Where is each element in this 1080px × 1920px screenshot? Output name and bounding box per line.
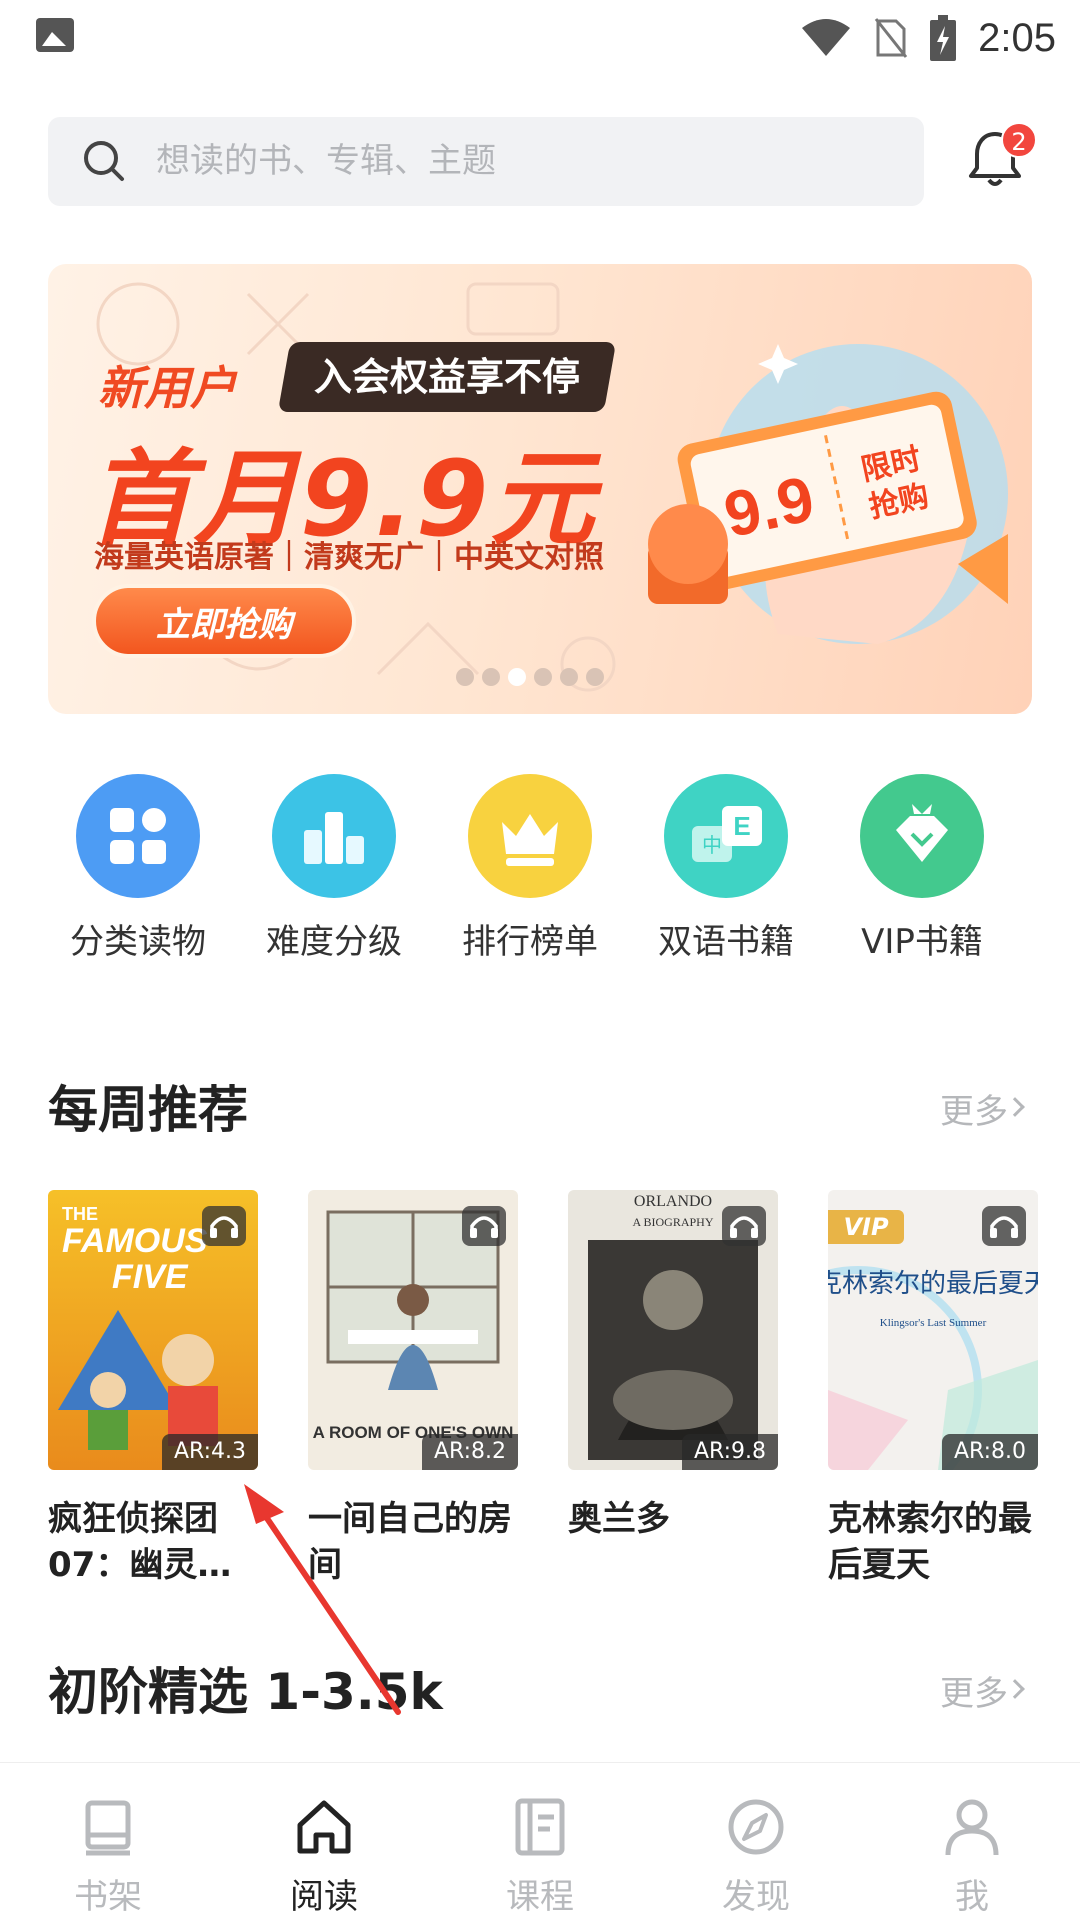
quick-menu-category[interactable]: 分类读物 xyxy=(40,774,236,963)
vip-badge: VIP xyxy=(828,1210,904,1244)
banner-subline: 海量英语原著｜清爽无广｜中英文对照 xyxy=(94,540,604,575)
bottom-navigation: 书架 阅读 课程 发现 我 xyxy=(0,1762,1080,1920)
banner-dot[interactable] xyxy=(456,668,474,686)
nav-label: 我 xyxy=(955,1877,989,1917)
cover-title-cn: 克林索尔的最后夏天 xyxy=(828,1269,1038,1299)
book-title[interactable]: 一间自己的房间 xyxy=(308,1496,518,1588)
book-card[interactable]: A ROOM OF ONE'S OWN AR:8.2 一间自己的房间 xyxy=(308,1190,518,1588)
book-title[interactable]: 疯狂侦探团07：幽灵… xyxy=(48,1496,258,1588)
notification-badge: 2 xyxy=(1001,122,1037,158)
quick-menu-vip[interactable]: VIP书籍 xyxy=(824,774,1020,963)
banner-dot[interactable] xyxy=(534,668,552,686)
quick-menu-ranking[interactable]: 排行榜单 xyxy=(432,774,628,963)
svg-text:中: 中 xyxy=(702,833,722,857)
svg-text:A BIOGRAPHY: A BIOGRAPHY xyxy=(632,1215,713,1229)
image-notification-icon xyxy=(36,18,74,52)
home-read-icon xyxy=(297,1800,351,1854)
banner-pagination xyxy=(456,668,604,686)
wifi-icon xyxy=(802,19,851,56)
book-card[interactable]: 克林索尔的最后夏天 Klingsor's Last Summer VIP AR:… xyxy=(828,1190,1038,1588)
book-title[interactable]: 克林索尔的最后夏天 xyxy=(828,1496,1038,1588)
chevron-right-icon[interactable] xyxy=(1005,1097,1025,1117)
banner-tag: 入会权益享不停 xyxy=(277,342,617,412)
search-icon xyxy=(84,141,124,181)
nav-label: 课程 xyxy=(506,1877,574,1917)
quick-menu-level[interactable]: 难度分级 xyxy=(236,774,432,963)
svg-text:FIVE: FIVE xyxy=(112,1258,189,1296)
banner-dot[interactable] xyxy=(560,668,578,686)
crown-icon xyxy=(468,774,592,898)
ar-level-badge: AR:4.3 xyxy=(161,1434,258,1470)
status-bar: 2:05 xyxy=(0,0,1080,76)
beginner-more-link[interactable]: 更多 xyxy=(940,1666,1008,1715)
headphones-icon xyxy=(202,1206,246,1246)
banner-dot[interactable] xyxy=(586,668,604,686)
ar-level-badge: AR:8.2 xyxy=(421,1434,518,1470)
headphones-icon xyxy=(462,1206,506,1246)
quick-menu-label: 双语书籍 xyxy=(658,922,794,962)
quick-menu-label: 排行榜单 xyxy=(462,922,598,962)
search-placeholder: 想读的书、专辑、主题 xyxy=(156,141,496,181)
quick-menu-label: VIP书籍 xyxy=(861,922,983,962)
promo-banner[interactable]: 新用户 入会权益享不停 首月9.9元 海量英语原著｜清爽无广｜中英文对照 立即抢… xyxy=(48,264,1032,714)
nav-course[interactable]: 课程 xyxy=(432,1763,648,1920)
level-icon xyxy=(272,774,396,898)
svg-text:ORLANDO: ORLANDO xyxy=(634,1193,712,1210)
nav-read[interactable]: 阅读 xyxy=(216,1763,432,1920)
book-card[interactable]: THE FAMOUS FIVE AR:4.3 疯狂侦探团07：幽灵… xyxy=(48,1190,258,1588)
status-time: 2:05 xyxy=(978,15,1056,60)
banner-tag-text: 入会权益享不停 xyxy=(314,355,581,399)
ar-level-badge: AR:8.0 xyxy=(941,1434,1038,1470)
chevron-right-icon[interactable] xyxy=(1005,1679,1025,1699)
battery-charging-icon xyxy=(930,15,957,61)
book-title[interactable]: 奥兰多 xyxy=(568,1496,778,1542)
compass-icon xyxy=(728,1799,784,1855)
nav-me[interactable]: 我 xyxy=(864,1763,1080,1920)
weekly-book-list: THE FAMOUS FIVE AR:4.3 疯狂侦探团07：幽灵… A ROO… xyxy=(48,1190,1048,1588)
quick-menu-bilingual[interactable]: 中 E 双语书籍 xyxy=(628,774,824,963)
search-bar[interactable]: 想读的书、专辑、主题 xyxy=(48,117,924,206)
category-icon xyxy=(76,774,200,898)
banner-new-user-text: 新用户 xyxy=(98,361,236,415)
quick-menu-label: 分类读物 xyxy=(70,922,206,962)
nav-label: 书架 xyxy=(74,1877,142,1917)
weekly-section-title: 每周推荐 xyxy=(48,1081,248,1139)
nav-discover[interactable]: 发现 xyxy=(648,1763,864,1920)
svg-text:FAMOUS: FAMOUS xyxy=(62,1222,208,1260)
banner-dot-active[interactable] xyxy=(508,668,526,686)
ar-level-badge: AR:9.8 xyxy=(681,1434,778,1470)
book-card[interactable]: ORLANDO A BIOGRAPHY AR:9.8 奥兰多 xyxy=(568,1190,778,1588)
headphones-icon xyxy=(722,1206,766,1246)
book-cover[interactable]: ORLANDO A BIOGRAPHY AR:9.8 xyxy=(568,1190,778,1470)
no-sim-icon xyxy=(874,18,908,58)
nav-bookshelf[interactable]: 书架 xyxy=(0,1763,216,1920)
cover-title-en: Klingsor's Last Summer xyxy=(880,1317,987,1329)
beginner-section-title: 初阶精选 1-3.5k xyxy=(48,1663,443,1721)
nav-label: 发现 xyxy=(722,1877,790,1917)
bilingual-icon: 中 E xyxy=(664,774,788,898)
svg-text:E: E xyxy=(733,811,750,841)
course-icon xyxy=(515,1798,565,1856)
nav-label: 阅读 xyxy=(290,1877,358,1917)
quick-menu: 分类读物 难度分级 排行榜单 中 E 双语书籍 VIP书籍 xyxy=(40,774,1040,963)
headphones-icon xyxy=(982,1206,1026,1246)
book-cover[interactable]: 克林索尔的最后夏天 Klingsor's Last Summer VIP AR:… xyxy=(828,1190,1038,1470)
banner-ticket-illustration: 9.9 限时抢购 xyxy=(648,344,1008,644)
book-cover[interactable]: THE FAMOUS FIVE AR:4.3 xyxy=(48,1190,258,1470)
profile-icon xyxy=(945,1799,999,1856)
svg-text:THE: THE xyxy=(62,1204,98,1224)
vip-diamond-icon xyxy=(860,774,984,898)
bookshelf-icon xyxy=(85,1800,131,1856)
banner-dot[interactable] xyxy=(482,668,500,686)
buy-now-button[interactable]: 立即抢购 xyxy=(92,584,356,658)
book-cover[interactable]: A ROOM OF ONE'S OWN AR:8.2 xyxy=(308,1190,518,1470)
weekly-more-link[interactable]: 更多 xyxy=(940,1084,1008,1133)
quick-menu-label: 难度分级 xyxy=(266,922,402,962)
